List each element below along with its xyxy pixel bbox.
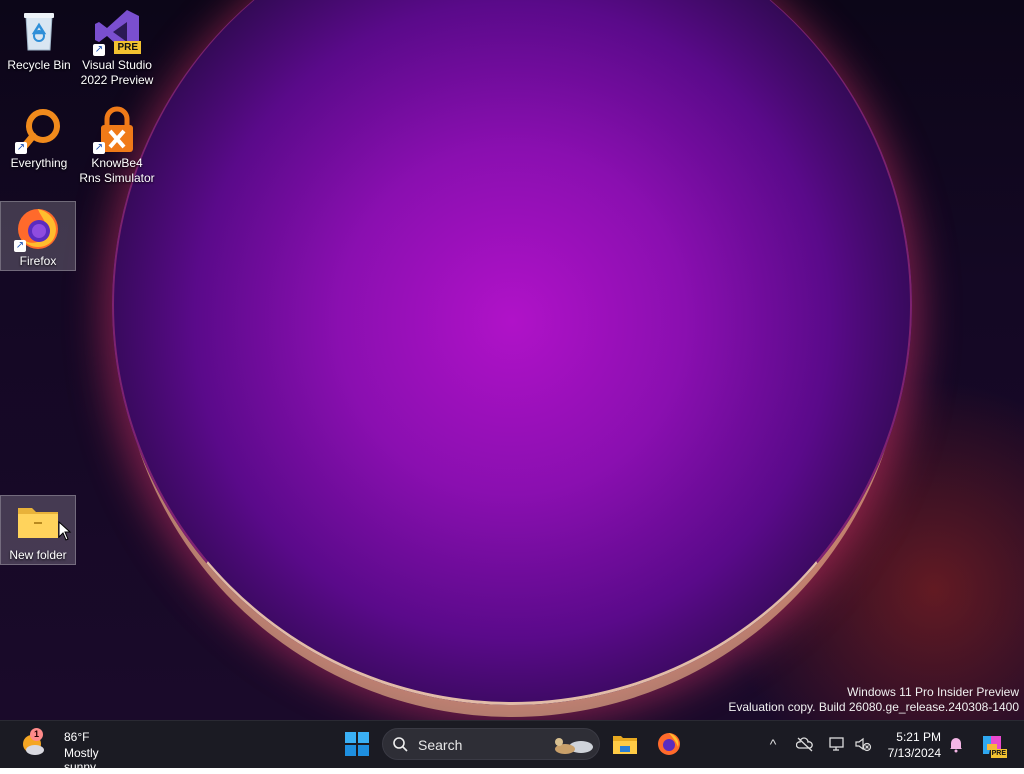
shortcut-arrow-icon: ↗	[14, 240, 26, 252]
preview-badge: PRE	[990, 749, 1007, 758]
taskbar-firefox[interactable]	[652, 727, 686, 761]
preview-badge: PRE	[114, 41, 141, 54]
desktop-icon-label: Visual Studio 2022 Preview	[80, 58, 154, 87]
desktop-icon-everything[interactable]: ↗ Everything	[1, 104, 77, 171]
knowbe4-lock-icon: ↗	[93, 106, 141, 154]
desktop-icon-label: Everything	[10, 156, 68, 170]
search-highlight-icon	[547, 732, 595, 756]
file-explorer-icon	[612, 733, 638, 755]
desktop-icon-label: Recycle Bin	[7, 58, 71, 72]
everything-search-icon: ↗	[15, 106, 63, 154]
watermark-line-1: Windows 11 Pro Insider Preview	[847, 685, 1019, 699]
evaluation-watermark: Windows 11 Pro Insider Preview Evaluatio…	[728, 685, 1019, 715]
taskbar-clock[interactable]: 5:21 PM 7/13/2024	[888, 729, 941, 761]
desktop-icon-label: KnowBe4 Rns Simulator	[79, 156, 155, 185]
desktop-icon-visual-studio[interactable]: PRE ↗ Visual Studio 2022 Preview	[79, 6, 155, 88]
notification-bell-icon[interactable]	[947, 735, 965, 753]
desktop-icon-recycle-bin[interactable]: Recycle Bin	[1, 6, 77, 73]
taskbar-file-explorer[interactable]	[608, 727, 642, 761]
search-icon	[392, 736, 408, 752]
folder-icon	[14, 498, 62, 546]
recycle-bin-icon	[15, 8, 63, 56]
clock-date: 7/13/2024	[887, 746, 941, 760]
firefox-icon: ↗	[14, 204, 62, 252]
start-button[interactable]	[340, 727, 374, 761]
shortcut-arrow-icon: ↗	[93, 142, 105, 154]
weather-temperature: 86°F	[64, 730, 90, 744]
windows-logo-icon	[345, 732, 369, 756]
onedrive-offline-icon[interactable]	[795, 735, 814, 753]
desktop: Recycle Bin PRE ↗ Visual Studio 2022 Pre…	[0, 0, 1024, 720]
weather-alert-badge: 1	[30, 728, 43, 741]
firefox-icon	[656, 731, 682, 757]
search-box[interactable]: Search	[382, 728, 600, 760]
desktop-icon-label: Firefox	[19, 254, 57, 268]
sun-cloud-icon: 1	[20, 728, 46, 758]
desktop-icon-label: New folder	[9, 548, 67, 562]
search-placeholder: Search	[418, 737, 463, 753]
taskbar: 1 86°F Mostly sunny Search ^ 5:21 PM 7/1…	[0, 720, 1024, 774]
volume-muted-icon[interactable]	[854, 735, 872, 753]
show-hidden-icons-button[interactable]: ^	[764, 735, 782, 753]
desktop-icon-firefox[interactable]: ↗ Firefox	[0, 201, 76, 271]
shortcut-arrow-icon: ↗	[93, 44, 105, 56]
mouse-cursor-icon	[58, 520, 72, 546]
copilot-preview-button[interactable]: PRE	[979, 732, 1007, 758]
weather-condition: Mostly sunny	[64, 746, 99, 774]
desktop-icon-knowbe4[interactable]: ↗ KnowBe4 Rns Simulator	[79, 104, 155, 186]
visual-studio-icon: PRE ↗	[93, 8, 141, 56]
weather-widget[interactable]: 1 86°F Mostly sunny	[14, 721, 134, 774]
clock-time: 5:21 PM	[896, 730, 941, 744]
shortcut-arrow-icon: ↗	[15, 142, 27, 154]
watermark-line-2: Evaluation copy. Build 26080.ge_release.…	[728, 700, 1019, 714]
network-icon[interactable]	[828, 735, 846, 753]
